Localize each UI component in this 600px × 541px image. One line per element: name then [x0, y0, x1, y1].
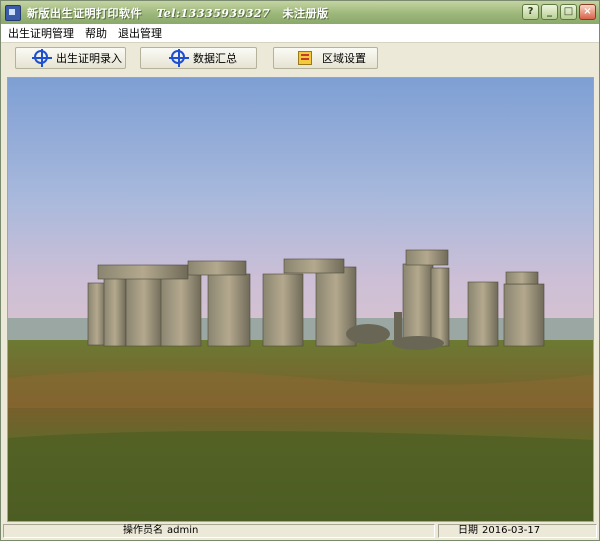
region-settings-label: 区域设置 — [322, 52, 366, 65]
maximize-button[interactable]: □ — [560, 4, 577, 20]
folder-icon — [296, 49, 320, 67]
data-summary-button[interactable]: 数据汇总 — [140, 47, 257, 69]
menu-birth-certificate[interactable]: 出生证明管理 — [4, 25, 78, 41]
status-panel-operator — [3, 524, 435, 538]
menu-bar: 出生证明管理 帮助 退出管理 — [1, 24, 599, 43]
date-label: 日期 — [458, 525, 478, 536]
crosshair-icon — [30, 49, 54, 67]
minimize-button[interactable]: _ — [541, 4, 558, 20]
close-button[interactable]: × — [579, 4, 596, 20]
birth-entry-button[interactable]: 出生证明录入 — [15, 47, 126, 69]
status-bar: 操作员名 admin 日期 2016-03-17 — [1, 523, 599, 540]
operator-value: admin — [167, 525, 199, 536]
help-button[interactable]: ? — [522, 4, 539, 20]
title-bar[interactable]: 新版出生证明打印软件 Tel:13335939327 未注册版 ? _ □ × — [1, 1, 599, 24]
birth-entry-label: 出生证明录入 — [56, 52, 122, 65]
menu-help[interactable]: 帮助 — [81, 25, 111, 41]
app-title: 新版出生证明打印软件 — [27, 6, 142, 20]
operator-label: 操作员名 — [123, 525, 163, 536]
crosshair-icon — [167, 49, 191, 67]
background-photo — [7, 77, 594, 522]
phone-number: Tel:13335939327 — [156, 6, 271, 20]
app-window: 新版出生证明打印软件 Tel:13335939327 未注册版 ? _ □ × … — [0, 0, 600, 541]
window-controls: ? _ □ × — [522, 4, 596, 20]
toolbar: 出生证明录入 数据汇总 区域设置 — [1, 43, 599, 73]
window-title: 新版出生证明打印软件 Tel:13335939327 未注册版 — [27, 5, 329, 21]
app-icon — [5, 4, 21, 21]
registration-status: 未注册版 — [282, 6, 329, 20]
date-value: 2016-03-17 — [482, 525, 541, 536]
data-summary-label: 数据汇总 — [193, 52, 237, 65]
menu-exit[interactable]: 退出管理 — [114, 25, 166, 41]
region-settings-button[interactable]: 区域设置 — [273, 47, 378, 69]
